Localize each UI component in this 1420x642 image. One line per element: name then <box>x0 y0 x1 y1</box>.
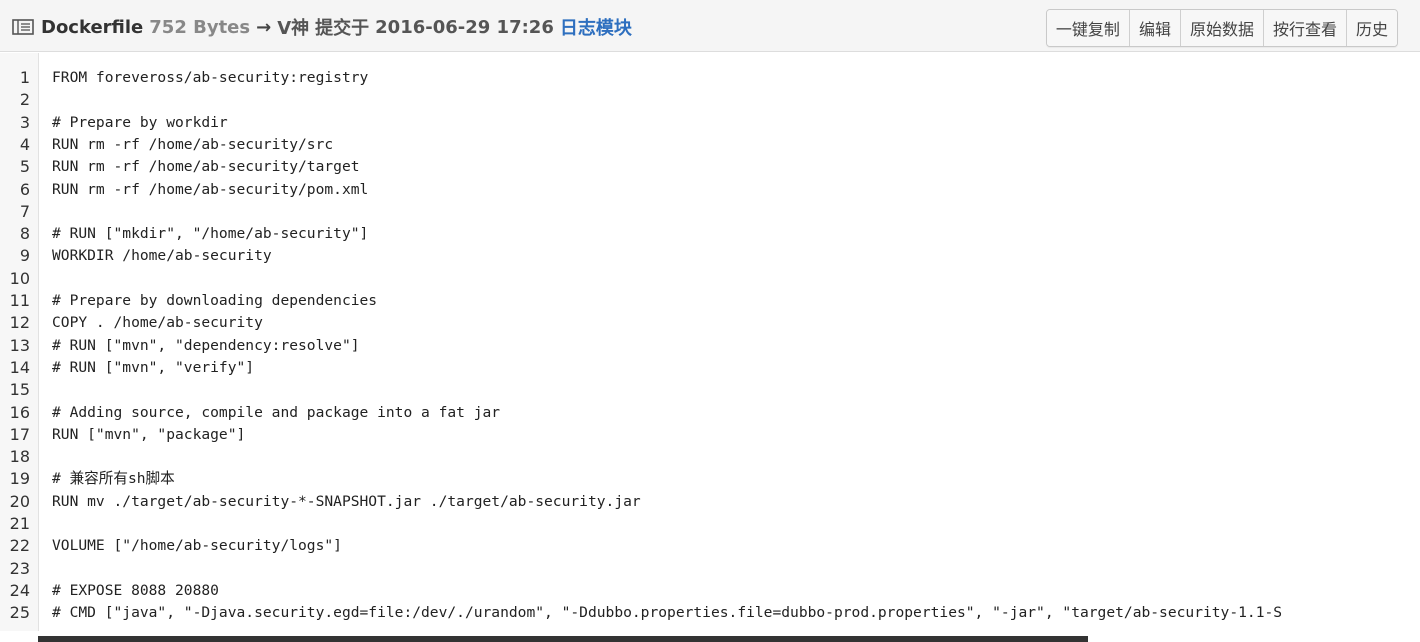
code-line: RUN mv ./target/ab-security-*-SNAPSHOT.j… <box>52 493 641 510</box>
code-line: RUN ["mvn", "package"] <box>52 426 246 443</box>
code-line: # 兼容所有sh脚本 <box>52 470 175 487</box>
code-viewer: 1 2 3 4 5 6 7 8 9 10 11 12 13 14 15 16 17 18 19 20 21 22 23 24 2… <box>0 53 1420 631</box>
code-line: # EXPOSE 8088 20880 <box>52 582 219 599</box>
line-number[interactable]: 16 <box>0 402 30 424</box>
line-number-gutter: 1 2 3 4 5 6 7 8 9 10 11 12 13 14 15 16 17 18 19 20 21 22 23 24 2… <box>0 53 39 631</box>
code-line: # RUN ["mkdir", "/home/ab-security"] <box>52 225 369 242</box>
code-line: # CMD ["java", "-Djava.security.egd=file… <box>52 604 1283 621</box>
code-line: RUN rm -rf /home/ab-security/target <box>52 158 360 175</box>
commit-date: 2016-06-29 17:26 <box>375 16 554 38</box>
file-actions: 一键复制 编辑 原始数据 按行查看 历史 <box>1045 9 1398 47</box>
horizontal-scrollbar[interactable] <box>38 636 1088 642</box>
commit-author[interactable]: V神 <box>277 14 309 40</box>
line-number[interactable]: 17 <box>0 424 30 446</box>
line-number[interactable]: 18 <box>0 446 30 468</box>
commit-label: 提交于 <box>315 18 370 39</box>
line-number[interactable]: 14 <box>0 357 30 379</box>
code-line: # Prepare by downloading dependencies <box>52 292 378 309</box>
raw-button[interactable]: 原始数据 <box>1180 10 1264 46</box>
line-number[interactable]: 15 <box>0 379 30 401</box>
code-line: RUN rm -rf /home/ab-security/pom.xml <box>52 181 369 198</box>
line-number[interactable]: 3 <box>0 112 30 134</box>
code-line: VOLUME ["/home/ab-security/logs"] <box>52 537 342 554</box>
line-number[interactable]: 5 <box>0 156 30 178</box>
line-number[interactable]: 10 <box>0 268 30 290</box>
line-number[interactable]: 7 <box>0 201 30 223</box>
code-line: WORKDIR /home/ab-security <box>52 247 272 264</box>
line-number[interactable]: 23 <box>0 558 30 580</box>
file-size: 752 Bytes <box>149 16 251 38</box>
arrow-right-icon: → <box>256 16 272 38</box>
line-number[interactable]: 20 <box>0 491 30 513</box>
code-line: # RUN ["mvn", "verify"] <box>52 359 255 376</box>
line-number[interactable]: 19 <box>0 468 30 490</box>
line-number[interactable]: 21 <box>0 513 30 535</box>
code-line: # Adding source, compile and package int… <box>52 404 501 421</box>
line-number[interactable]: 24 <box>0 580 30 602</box>
history-button[interactable]: 历史 <box>1346 10 1397 46</box>
line-number[interactable]: 22 <box>0 535 30 557</box>
blame-button[interactable]: 按行查看 <box>1263 10 1347 46</box>
copy-button[interactable]: 一键复制 <box>1046 10 1130 46</box>
line-number[interactable]: 13 <box>0 335 30 357</box>
file-name: Dockerfile <box>41 16 144 38</box>
line-number[interactable]: 12 <box>0 312 30 334</box>
edit-button[interactable]: 编辑 <box>1129 10 1181 46</box>
file-code-icon <box>12 19 34 35</box>
file-header: Dockerfile 752 Bytes → V神 提交于 2016-06-29… <box>0 0 1420 52</box>
code-line: RUN rm -rf /home/ab-security/src <box>52 136 334 153</box>
line-number[interactable]: 1 <box>0 67 30 89</box>
line-number[interactable]: 2 <box>0 89 30 111</box>
code-line: # RUN ["mvn", "dependency:resolve"] <box>52 337 360 354</box>
line-number[interactable]: 6 <box>0 179 30 201</box>
line-number[interactable]: 25 <box>0 602 30 624</box>
code-line: COPY . /home/ab-security <box>52 314 263 331</box>
file-info: Dockerfile 752 Bytes → V神 提交于 2016-06-29… <box>12 14 632 40</box>
line-number[interactable]: 4 <box>0 134 30 156</box>
code-line: FROM foreveross/ab-security:registry <box>52 69 369 86</box>
line-number[interactable]: 8 <box>0 223 30 245</box>
commit-message-link[interactable]: 日志模块 <box>560 14 632 40</box>
code-line: # Prepare by workdir <box>52 114 228 131</box>
line-number[interactable]: 9 <box>0 245 30 267</box>
line-number[interactable]: 11 <box>0 290 30 312</box>
